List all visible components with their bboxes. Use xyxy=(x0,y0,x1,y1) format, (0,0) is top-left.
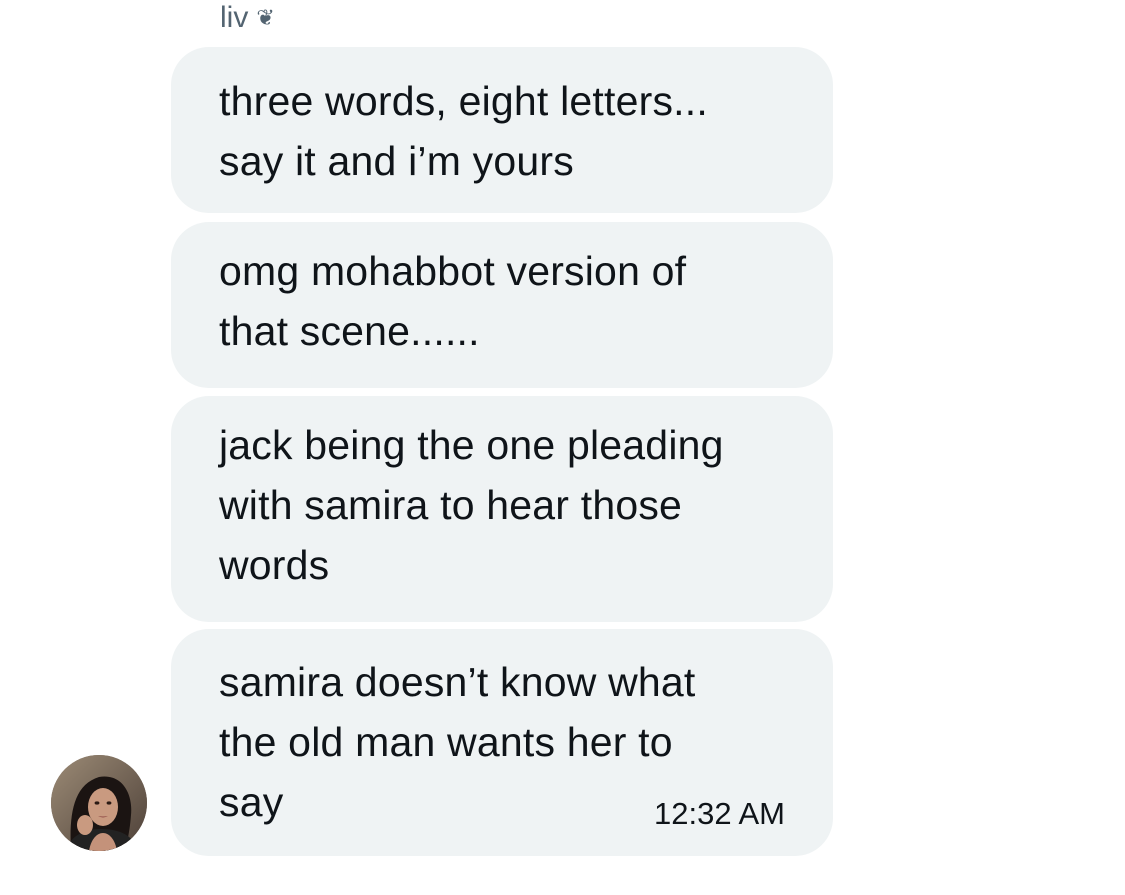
message-bubble[interactable]: samira doesn’t know what the old man wan… xyxy=(171,629,833,856)
avatar[interactable] xyxy=(51,755,147,851)
message-bubble[interactable]: jack being the one pleading with samira … xyxy=(171,396,833,622)
message-text: jack being the one pleading with samira … xyxy=(219,422,724,588)
sender-name[interactable]: liv xyxy=(220,1,248,35)
message-bubble[interactable]: omg mohabbot version of that scene...... xyxy=(171,222,833,388)
heart-icon: ❦ xyxy=(256,5,275,30)
message-text: three words, eight letters... say it and… xyxy=(219,78,708,184)
sender-header: liv ❦ xyxy=(220,0,275,36)
profile-photo-icon xyxy=(51,755,147,851)
message-timestamp: 12:32 AM xyxy=(654,796,785,831)
message-bubble[interactable]: three words, eight letters... say it and… xyxy=(171,47,833,213)
message-text: omg mohabbot version of that scene...... xyxy=(219,248,687,354)
